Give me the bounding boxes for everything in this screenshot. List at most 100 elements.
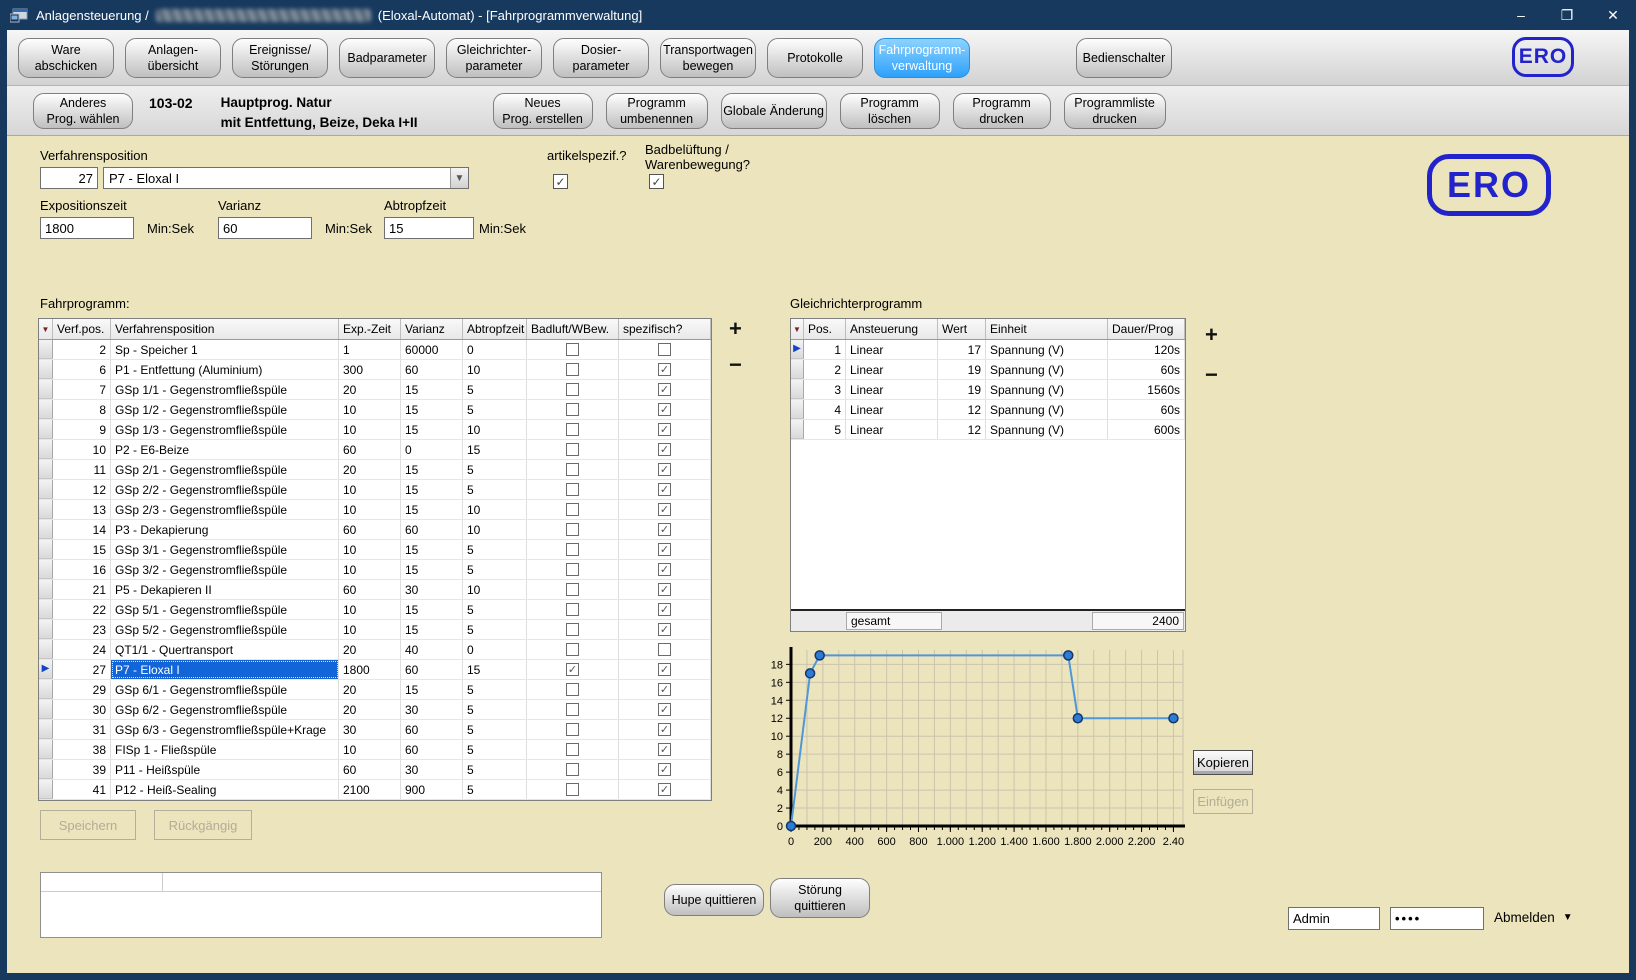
- fahrprogramm-row[interactable]: 15GSp 3/1 - Gegenstromfließspüle10155✓: [39, 540, 711, 560]
- row-selector[interactable]: [39, 400, 53, 419]
- fahrprogramm-row[interactable]: 13GSp 2/3 - Gegenstromfließspüle101510✓: [39, 500, 711, 520]
- badluft-checkbox[interactable]: [566, 463, 579, 476]
- filter-column-header[interactable]: ▼: [39, 319, 53, 339]
- row-selector[interactable]: [39, 680, 53, 699]
- spezifisch-checkbox[interactable]: ✓: [658, 363, 671, 376]
- name-cell[interactable]: GSp 6/1 - Gegenstromfließspüle: [111, 680, 339, 699]
- expzeit-cell[interactable]: 2100: [339, 780, 401, 799]
- expzeit-cell[interactable]: 10: [339, 740, 401, 759]
- col-wert[interactable]: Wert: [938, 319, 986, 339]
- fahrprogramm-row[interactable]: 29GSp 6/1 - Gegenstromfließspüle20155✓: [39, 680, 711, 700]
- name-cell[interactable]: P11 - Heißspüle: [111, 760, 339, 779]
- name-cell[interactable]: GSp 2/1 - Gegenstromfließspüle: [111, 460, 339, 479]
- filter-column-header[interactable]: ▼: [791, 319, 804, 339]
- programm-umbenennen-button[interactable]: Programm umbenennen: [606, 93, 708, 129]
- badluft-checkbox[interactable]: [566, 383, 579, 396]
- abtropfzeit-cell[interactable]: 5: [463, 680, 527, 699]
- wert-cell[interactable]: 17: [938, 340, 986, 359]
- dauer-cell[interactable]: 120s: [1108, 340, 1185, 359]
- spezifisch-checkbox[interactable]: ✓: [658, 443, 671, 456]
- fahrprogramm-remove-button[interactable]: −: [729, 354, 742, 376]
- nav-transportwagen-bewegen[interactable]: Transportwagen bewegen: [660, 38, 756, 78]
- gleichrichter-row[interactable]: 5Linear12Spannung (V)600s: [791, 420, 1185, 440]
- row-selector[interactable]: [39, 600, 53, 619]
- varianz-cell[interactable]: 60: [401, 660, 463, 679]
- row-selector[interactable]: [39, 460, 53, 479]
- verfahrensposition-number-input[interactable]: 27: [40, 167, 98, 189]
- varianz-cell[interactable]: 15: [401, 500, 463, 519]
- badluft-checkbox[interactable]: [566, 603, 579, 616]
- fahrprogramm-row[interactable]: 9GSp 1/3 - Gegenstromfließspüle101510✓: [39, 420, 711, 440]
- spezifisch-checkbox[interactable]: ✓: [658, 563, 671, 576]
- col-verfpos[interactable]: Verf.pos.: [53, 319, 111, 339]
- row-selector[interactable]: [39, 520, 53, 539]
- varianz-cell[interactable]: 15: [401, 460, 463, 479]
- row-selector[interactable]: [39, 440, 53, 459]
- spezifisch-checkbox[interactable]: ✓: [658, 483, 671, 496]
- row-selector[interactable]: [39, 700, 53, 719]
- col-ansteuerung[interactable]: Ansteuerung: [846, 319, 938, 339]
- einheit-cell[interactable]: Spannung (V): [986, 400, 1108, 419]
- einfuegen-button[interactable]: Einfügen: [1193, 789, 1253, 814]
- row-selector[interactable]: [39, 620, 53, 639]
- col-varianz[interactable]: Varianz: [401, 319, 463, 339]
- badluft-checkbox[interactable]: [566, 763, 579, 776]
- nav-anlagenuebersicht[interactable]: Anlagen- übersicht: [125, 38, 221, 78]
- user-input[interactable]: Admin: [1288, 907, 1380, 930]
- abtropfzeit-cell[interactable]: 15: [463, 660, 527, 679]
- varianz-cell[interactable]: 15: [401, 380, 463, 399]
- badluft-checkbox[interactable]: [566, 403, 579, 416]
- col-spezifisch[interactable]: spezifisch?: [619, 319, 711, 339]
- anderes-programm-waehlen-button[interactable]: Anderes Prog. wählen: [33, 93, 133, 129]
- badluft-checkbox[interactable]: [566, 743, 579, 756]
- name-cell[interactable]: GSp 1/2 - Gegenstromfließspüle: [111, 400, 339, 419]
- expzeit-cell[interactable]: 60: [339, 580, 401, 599]
- row-selector[interactable]: [39, 740, 53, 759]
- programm-drucken-button[interactable]: Programm drucken: [953, 93, 1051, 129]
- varianz-cell[interactable]: 60: [401, 360, 463, 379]
- abtropfzeit-cell[interactable]: 10: [463, 500, 527, 519]
- varianz-cell[interactable]: 0: [401, 440, 463, 459]
- spezifisch-checkbox[interactable]: [658, 343, 671, 356]
- spezifisch-checkbox[interactable]: ✓: [658, 383, 671, 396]
- ansteuerung-cell[interactable]: Linear: [846, 400, 938, 419]
- name-cell[interactable]: GSp 5/1 - Gegenstromfließspüle: [111, 600, 339, 619]
- nav-badparameter[interactable]: Badparameter: [339, 38, 435, 78]
- abmelden-control[interactable]: Abmelden ▼: [1494, 910, 1573, 925]
- ansteuerung-cell[interactable]: Linear: [846, 340, 938, 359]
- gleichrichter-row[interactable]: 2Linear19Spannung (V)60s: [791, 360, 1185, 380]
- expzeit-cell[interactable]: 20: [339, 640, 401, 659]
- badluft-checkbox[interactable]: [566, 483, 579, 496]
- name-cell[interactable]: GSp 6/2 - Gegenstromfließspüle: [111, 700, 339, 719]
- spezifisch-checkbox[interactable]: ✓: [658, 523, 671, 536]
- dauer-cell[interactable]: 600s: [1108, 420, 1185, 439]
- row-selector[interactable]: ▶: [791, 340, 804, 359]
- nav-ereignisse-stoerungen[interactable]: Ereignisse/ Störungen: [232, 38, 328, 78]
- nav-dosierparameter[interactable]: Dosier- parameter: [553, 38, 649, 78]
- abtropfzeit-cell[interactable]: 5: [463, 740, 527, 759]
- name-cell[interactable]: GSp 6/3 - Gegenstromfließspüle+Krage: [111, 720, 339, 739]
- fahrprogramm-row[interactable]: 21P5 - Dekapieren II603010✓: [39, 580, 711, 600]
- varianz-cell[interactable]: 30: [401, 700, 463, 719]
- expzeit-cell[interactable]: 10: [339, 600, 401, 619]
- fahrprogramm-row[interactable]: 39P11 - Heißspüle60305✓: [39, 760, 711, 780]
- col-abtropfzeit[interactable]: Abtropfzeit: [463, 319, 527, 339]
- badluft-checkbox[interactable]: [566, 783, 579, 796]
- nav-ware-abschicken[interactable]: Ware abschicken: [18, 38, 114, 78]
- fahrprogramm-row[interactable]: 24QT1/1 - Quertransport20400: [39, 640, 711, 660]
- badluft-checkbox[interactable]: [566, 563, 579, 576]
- badluft-checkbox[interactable]: [566, 523, 579, 536]
- row-selector[interactable]: [39, 640, 53, 659]
- varianz-cell[interactable]: 15: [401, 420, 463, 439]
- spezifisch-checkbox[interactable]: ✓: [658, 623, 671, 636]
- badluft-checkbox[interactable]: [566, 723, 579, 736]
- badluft-checkbox[interactable]: [566, 643, 579, 656]
- row-selector[interactable]: [39, 720, 53, 739]
- minimize-button[interactable]: –: [1498, 0, 1544, 30]
- spezifisch-checkbox[interactable]: ✓: [658, 583, 671, 596]
- expzeit-cell[interactable]: 20: [339, 700, 401, 719]
- abtropfzeit-cell[interactable]: 10: [463, 360, 527, 379]
- wert-cell[interactable]: 12: [938, 400, 986, 419]
- fahrprogramm-row[interactable]: 38FISp 1 - Fließspüle10605✓: [39, 740, 711, 760]
- col-verfahrensposition[interactable]: Verfahrensposition: [111, 319, 339, 339]
